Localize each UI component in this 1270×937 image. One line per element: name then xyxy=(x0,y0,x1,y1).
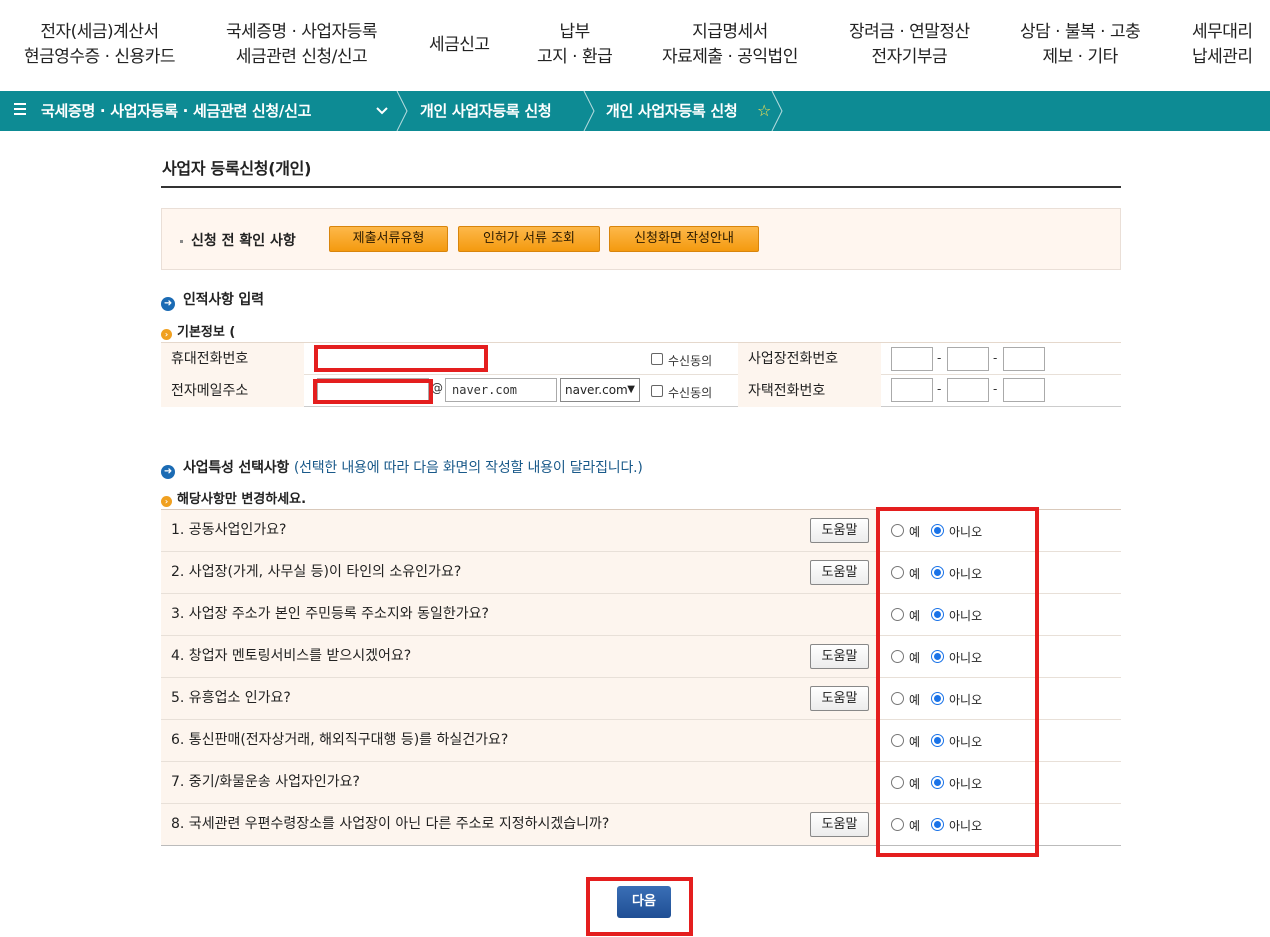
home-phone-part2[interactable] xyxy=(947,378,989,402)
nav-tax-filing[interactable]: 세금신고 xyxy=(429,33,490,58)
menu-icon[interactable] xyxy=(14,103,26,117)
identity-section-title: ➜ 인적사항 입력 xyxy=(161,289,264,311)
help-button[interactable]: 도움말 xyxy=(810,518,869,543)
question-text: 3. 사업장 주소가 본인 주민등록 주소지와 동일한가요? xyxy=(161,594,879,635)
breadcrumb-separator-icon xyxy=(771,91,783,131)
nav-consulting[interactable]: 상담 · 불복 · 고충 제보 · 기타 xyxy=(1020,20,1141,70)
chevron-down-icon: ▼ xyxy=(627,384,635,395)
email-consent-label: 수신동의 xyxy=(668,386,713,400)
basic-info-title: › 기본정보 ( xyxy=(161,321,235,340)
help-button[interactable]: 도움말 xyxy=(810,686,869,711)
document-types-button[interactable]: 제출서류유형 xyxy=(329,226,448,252)
page-title: 사업자 등록신청(개인) xyxy=(162,159,312,178)
mobile-row: 휴대전화번호 수신동의 사업장전화번호 - - xyxy=(161,343,1121,375)
breadcrumb-separator-icon xyxy=(396,91,408,131)
question-text: 2. 사업장(가게, 사무실 등)이 타인의 소유인가요? xyxy=(161,552,879,593)
email-domain-input[interactable]: naver.com xyxy=(445,378,557,402)
question-text: 5. 유흥업소 인가요? xyxy=(161,678,879,719)
home-phone-part3[interactable] xyxy=(1003,378,1045,402)
question-text: 7. 중기/화물운송 사업자인가요? xyxy=(161,762,879,803)
question-text: 4. 창업자 멘토링서비스를 받으시겠어요? xyxy=(161,636,879,677)
precheck-box: 신청 전 확인 사항 제출서류유형 인허가 서류 조회 신청화면 작성안내 xyxy=(161,208,1121,270)
nav-certificate-registration[interactable]: 국세증명 · 사업자등록 세금관련 신청/신고 xyxy=(226,20,377,70)
email-row: 전자메일주소 @ naver.com naver.com ▼ 수신동의 자택전화… xyxy=(161,375,1121,407)
mobile-label: 휴대전화번호 xyxy=(161,343,304,375)
email-domain-select[interactable]: naver.com ▼ xyxy=(560,378,640,402)
orange-arrow-icon: › xyxy=(161,329,172,340)
home-phone-label: 자택전화번호 xyxy=(738,375,881,407)
top-navigation: 전자(세금)계산서 현금영수증 · 신용카드 국세증명 · 사업자등록 세금관련… xyxy=(0,0,1270,91)
home-phone-part1[interactable] xyxy=(891,378,933,402)
arrow-circle-icon: ➜ xyxy=(161,465,175,479)
question-text: 8. 국세관련 우편수령장소를 사업장이 아닌 다른 주소로 지정하시겠습니까? xyxy=(161,804,879,845)
breadcrumb-level2[interactable]: 개인 사업자등록 신청 xyxy=(420,91,552,131)
email-label: 전자메일주소 xyxy=(161,375,304,407)
form-guide-button[interactable]: 신청화면 작성안내 xyxy=(609,226,759,252)
favorite-star-icon[interactable]: ☆ xyxy=(757,91,771,131)
breadcrumb-level3[interactable]: 개인 사업자등록 신청 xyxy=(606,91,738,131)
nav-incentives[interactable]: 장려금 · 연말정산 전자기부금 xyxy=(849,20,970,70)
mobile-highlight xyxy=(314,345,488,372)
nav-e-invoice[interactable]: 전자(세금)계산서 현금영수증 · 신용카드 xyxy=(24,20,175,70)
permit-lookup-button[interactable]: 인허가 서류 조회 xyxy=(458,226,600,252)
title-divider xyxy=(161,186,1121,188)
email-consent-checkbox[interactable] xyxy=(651,385,663,397)
nav-statements[interactable]: 지급명세서 자료제출 · 공익법인 xyxy=(662,20,798,70)
breadcrumb-separator-icon xyxy=(583,91,595,131)
nav-tax-agent[interactable]: 세무대리 납세관리 xyxy=(1192,20,1253,70)
orange-arrow-icon: › xyxy=(161,496,172,507)
business-section-title: ➜ 사업특성 선택사항 (선택한 내용에 따라 다음 화면의 작성할 내용이 달라… xyxy=(161,457,643,479)
business-phone-label: 사업장전화번호 xyxy=(738,343,881,375)
business-section-note: (선택한 내용에 따라 다음 화면의 작성할 내용이 달라집니다.) xyxy=(293,460,643,476)
mobile-consent-checkbox[interactable] xyxy=(651,353,663,365)
change-only-title: › 해당사항만 변경하세요. xyxy=(161,488,306,507)
chevron-down-icon[interactable] xyxy=(376,107,388,115)
question-text: 1. 공동사업인가요? xyxy=(161,510,879,551)
bullet-icon xyxy=(180,239,183,243)
help-button[interactable]: 도움말 xyxy=(810,644,869,669)
breadcrumb-menu[interactable]: 국세증명 · 사업자등록 · 세금관련 신청/신고 xyxy=(41,91,311,131)
question-text: 6. 통신판매(전자상거래, 해외직구대행 등)를 하실건가요? xyxy=(161,720,879,761)
nav-payment[interactable]: 납부 고지 · 환급 xyxy=(537,20,613,70)
business-phone-part1[interactable] xyxy=(891,347,933,371)
basic-info-table: 휴대전화번호 수신동의 사업장전화번호 - - 전자메일주소 @ naver.c… xyxy=(161,342,1121,407)
radio-column-highlight xyxy=(876,507,1039,857)
breadcrumb: 국세증명 · 사업자등록 · 세금관련 신청/신고 개인 사업자등록 신청 개인… xyxy=(0,91,1270,131)
arrow-circle-icon: ➜ xyxy=(161,297,175,311)
mobile-consent-label: 수신동의 xyxy=(668,354,713,368)
next-button-highlight xyxy=(586,877,693,936)
help-button[interactable]: 도움말 xyxy=(810,560,869,585)
email-highlight xyxy=(313,379,433,404)
help-button[interactable]: 도움말 xyxy=(810,812,869,837)
business-phone-part3[interactable] xyxy=(1003,347,1045,371)
business-phone-part2[interactable] xyxy=(947,347,989,371)
precheck-label: 신청 전 확인 사항 xyxy=(191,233,296,249)
